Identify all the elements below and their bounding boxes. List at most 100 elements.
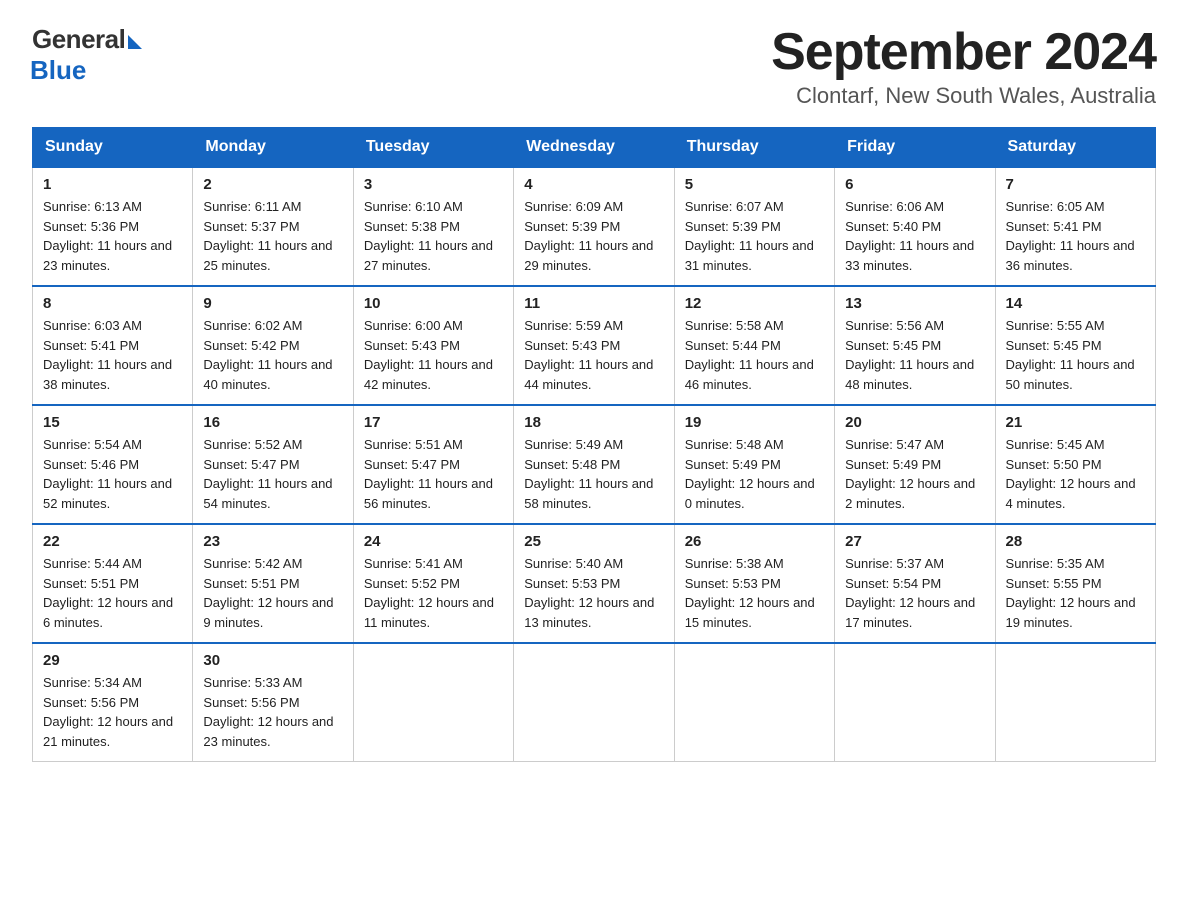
calendar-cell: 18 Sunrise: 5:49 AM Sunset: 5:48 PM Dayl… xyxy=(514,405,674,524)
calendar-cell: 24 Sunrise: 5:41 AM Sunset: 5:52 PM Dayl… xyxy=(353,524,513,643)
calendar-cell: 25 Sunrise: 5:40 AM Sunset: 5:53 PM Dayl… xyxy=(514,524,674,643)
calendar-table: SundayMondayTuesdayWednesdayThursdayFrid… xyxy=(32,127,1156,762)
day-number: 23 xyxy=(203,533,342,550)
day-number: 2 xyxy=(203,176,342,193)
day-number: 30 xyxy=(203,652,342,669)
day-info: Sunrise: 5:47 AM Sunset: 5:49 PM Dayligh… xyxy=(845,435,984,513)
logo: General Blue xyxy=(32,24,142,86)
calendar-week-row: 22 Sunrise: 5:44 AM Sunset: 5:51 PM Dayl… xyxy=(33,524,1156,643)
day-number: 15 xyxy=(43,414,182,431)
day-info: Sunrise: 6:02 AM Sunset: 5:42 PM Dayligh… xyxy=(203,316,342,394)
calendar-cell: 3 Sunrise: 6:10 AM Sunset: 5:38 PM Dayli… xyxy=(353,167,513,286)
day-number: 14 xyxy=(1006,295,1145,312)
col-header-friday: Friday xyxy=(835,128,995,168)
day-number: 20 xyxy=(845,414,984,431)
day-info: Sunrise: 5:45 AM Sunset: 5:50 PM Dayligh… xyxy=(1006,435,1145,513)
day-info: Sunrise: 5:51 AM Sunset: 5:47 PM Dayligh… xyxy=(364,435,503,513)
day-info: Sunrise: 5:54 AM Sunset: 5:46 PM Dayligh… xyxy=(43,435,182,513)
day-info: Sunrise: 5:35 AM Sunset: 5:55 PM Dayligh… xyxy=(1006,554,1145,632)
day-number: 13 xyxy=(845,295,984,312)
day-info: Sunrise: 6:06 AM Sunset: 5:40 PM Dayligh… xyxy=(845,197,984,275)
calendar-cell: 7 Sunrise: 6:05 AM Sunset: 5:41 PM Dayli… xyxy=(995,167,1155,286)
title-block: September 2024 Clontarf, New South Wales… xyxy=(771,24,1156,109)
day-info: Sunrise: 5:40 AM Sunset: 5:53 PM Dayligh… xyxy=(524,554,663,632)
page-header: General Blue September 2024 Clontarf, Ne… xyxy=(32,24,1156,109)
calendar-week-row: 1 Sunrise: 6:13 AM Sunset: 5:36 PM Dayli… xyxy=(33,167,1156,286)
logo-general-text: General xyxy=(32,24,125,55)
calendar-cell: 21 Sunrise: 5:45 AM Sunset: 5:50 PM Dayl… xyxy=(995,405,1155,524)
calendar-week-row: 29 Sunrise: 5:34 AM Sunset: 5:56 PM Dayl… xyxy=(33,643,1156,762)
location-text: Clontarf, New South Wales, Australia xyxy=(771,83,1156,109)
day-number: 16 xyxy=(203,414,342,431)
day-number: 19 xyxy=(685,414,824,431)
day-info: Sunrise: 6:07 AM Sunset: 5:39 PM Dayligh… xyxy=(685,197,824,275)
calendar-cell: 17 Sunrise: 5:51 AM Sunset: 5:47 PM Dayl… xyxy=(353,405,513,524)
day-number: 3 xyxy=(364,176,503,193)
calendar-cell xyxy=(674,643,834,762)
calendar-cell: 22 Sunrise: 5:44 AM Sunset: 5:51 PM Dayl… xyxy=(33,524,193,643)
calendar-cell: 19 Sunrise: 5:48 AM Sunset: 5:49 PM Dayl… xyxy=(674,405,834,524)
calendar-cell: 26 Sunrise: 5:38 AM Sunset: 5:53 PM Dayl… xyxy=(674,524,834,643)
calendar-cell: 23 Sunrise: 5:42 AM Sunset: 5:51 PM Dayl… xyxy=(193,524,353,643)
day-info: Sunrise: 5:41 AM Sunset: 5:52 PM Dayligh… xyxy=(364,554,503,632)
day-number: 29 xyxy=(43,652,182,669)
day-info: Sunrise: 5:44 AM Sunset: 5:51 PM Dayligh… xyxy=(43,554,182,632)
calendar-cell: 20 Sunrise: 5:47 AM Sunset: 5:49 PM Dayl… xyxy=(835,405,995,524)
calendar-cell: 28 Sunrise: 5:35 AM Sunset: 5:55 PM Dayl… xyxy=(995,524,1155,643)
calendar-week-row: 8 Sunrise: 6:03 AM Sunset: 5:41 PM Dayli… xyxy=(33,286,1156,405)
day-number: 21 xyxy=(1006,414,1145,431)
calendar-cell: 10 Sunrise: 6:00 AM Sunset: 5:43 PM Dayl… xyxy=(353,286,513,405)
calendar-week-row: 15 Sunrise: 5:54 AM Sunset: 5:46 PM Dayl… xyxy=(33,405,1156,524)
calendar-cell: 6 Sunrise: 6:06 AM Sunset: 5:40 PM Dayli… xyxy=(835,167,995,286)
day-info: Sunrise: 5:34 AM Sunset: 5:56 PM Dayligh… xyxy=(43,673,182,751)
day-info: Sunrise: 6:10 AM Sunset: 5:38 PM Dayligh… xyxy=(364,197,503,275)
calendar-cell: 12 Sunrise: 5:58 AM Sunset: 5:44 PM Dayl… xyxy=(674,286,834,405)
day-info: Sunrise: 6:13 AM Sunset: 5:36 PM Dayligh… xyxy=(43,197,182,275)
day-info: Sunrise: 5:42 AM Sunset: 5:51 PM Dayligh… xyxy=(203,554,342,632)
calendar-header-row: SundayMondayTuesdayWednesdayThursdayFrid… xyxy=(33,128,1156,168)
col-header-tuesday: Tuesday xyxy=(353,128,513,168)
day-number: 25 xyxy=(524,533,663,550)
month-title: September 2024 xyxy=(771,24,1156,81)
day-number: 7 xyxy=(1006,176,1145,193)
calendar-cell xyxy=(995,643,1155,762)
day-number: 26 xyxy=(685,533,824,550)
day-number: 8 xyxy=(43,295,182,312)
day-number: 6 xyxy=(845,176,984,193)
col-header-saturday: Saturday xyxy=(995,128,1155,168)
day-number: 24 xyxy=(364,533,503,550)
day-info: Sunrise: 5:59 AM Sunset: 5:43 PM Dayligh… xyxy=(524,316,663,394)
calendar-cell: 29 Sunrise: 5:34 AM Sunset: 5:56 PM Dayl… xyxy=(33,643,193,762)
col-header-thursday: Thursday xyxy=(674,128,834,168)
logo-arrow-icon xyxy=(128,35,142,49)
day-number: 11 xyxy=(524,295,663,312)
calendar-cell: 30 Sunrise: 5:33 AM Sunset: 5:56 PM Dayl… xyxy=(193,643,353,762)
calendar-cell: 2 Sunrise: 6:11 AM Sunset: 5:37 PM Dayli… xyxy=(193,167,353,286)
calendar-cell: 9 Sunrise: 6:02 AM Sunset: 5:42 PM Dayli… xyxy=(193,286,353,405)
day-info: Sunrise: 6:09 AM Sunset: 5:39 PM Dayligh… xyxy=(524,197,663,275)
day-number: 9 xyxy=(203,295,342,312)
calendar-cell: 11 Sunrise: 5:59 AM Sunset: 5:43 PM Dayl… xyxy=(514,286,674,405)
day-info: Sunrise: 6:03 AM Sunset: 5:41 PM Dayligh… xyxy=(43,316,182,394)
day-info: Sunrise: 6:05 AM Sunset: 5:41 PM Dayligh… xyxy=(1006,197,1145,275)
calendar-cell: 15 Sunrise: 5:54 AM Sunset: 5:46 PM Dayl… xyxy=(33,405,193,524)
day-info: Sunrise: 6:00 AM Sunset: 5:43 PM Dayligh… xyxy=(364,316,503,394)
day-number: 4 xyxy=(524,176,663,193)
day-number: 17 xyxy=(364,414,503,431)
day-info: Sunrise: 5:49 AM Sunset: 5:48 PM Dayligh… xyxy=(524,435,663,513)
day-number: 22 xyxy=(43,533,182,550)
calendar-cell: 4 Sunrise: 6:09 AM Sunset: 5:39 PM Dayli… xyxy=(514,167,674,286)
day-number: 28 xyxy=(1006,533,1145,550)
day-info: Sunrise: 5:58 AM Sunset: 5:44 PM Dayligh… xyxy=(685,316,824,394)
calendar-cell: 1 Sunrise: 6:13 AM Sunset: 5:36 PM Dayli… xyxy=(33,167,193,286)
col-header-sunday: Sunday xyxy=(33,128,193,168)
day-info: Sunrise: 5:52 AM Sunset: 5:47 PM Dayligh… xyxy=(203,435,342,513)
day-number: 5 xyxy=(685,176,824,193)
day-info: Sunrise: 5:38 AM Sunset: 5:53 PM Dayligh… xyxy=(685,554,824,632)
calendar-cell xyxy=(514,643,674,762)
day-info: Sunrise: 5:37 AM Sunset: 5:54 PM Dayligh… xyxy=(845,554,984,632)
day-info: Sunrise: 5:48 AM Sunset: 5:49 PM Dayligh… xyxy=(685,435,824,513)
day-number: 12 xyxy=(685,295,824,312)
calendar-cell: 27 Sunrise: 5:37 AM Sunset: 5:54 PM Dayl… xyxy=(835,524,995,643)
col-header-wednesday: Wednesday xyxy=(514,128,674,168)
